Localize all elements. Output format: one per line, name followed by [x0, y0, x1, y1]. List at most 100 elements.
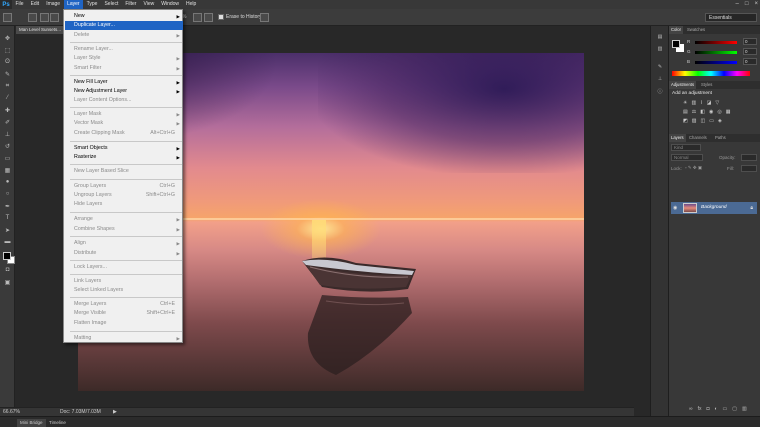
- erase-to-history-checkbox[interactable]: [218, 14, 224, 20]
- menu-item-merge-visible[interactable]: Merge Visible Shift+Ctrl+E: [65, 309, 183, 318]
- menu-item-smart-objects[interactable]: Smart Objects ▶: [65, 144, 183, 153]
- invert-icon[interactable]: ◩: [683, 118, 688, 125]
- kind-filter-select[interactable]: Kind: [671, 144, 701, 151]
- menu-item-arrange[interactable]: Arrange ▶: [65, 215, 183, 224]
- menu-item-layer-content-options[interactable]: Layer Content Options...: [65, 96, 183, 105]
- color-lookup-icon[interactable]: ▦: [726, 109, 731, 116]
- dodge-tool-icon[interactable]: ○: [3, 190, 12, 198]
- menu-image[interactable]: Image: [43, 0, 64, 9]
- quick-select-tool-icon[interactable]: ✎: [3, 70, 12, 78]
- foreground-color-swatch[interactable]: [3, 252, 11, 260]
- levels-icon[interactable]: ▥: [691, 100, 696, 107]
- path-select-tool-icon[interactable]: ➤: [3, 226, 12, 234]
- menu-item-layer-mask[interactable]: Layer Mask ▶: [65, 110, 183, 119]
- brush-panel-icon[interactable]: [40, 13, 49, 22]
- pen-tool-icon[interactable]: ✒: [3, 202, 12, 210]
- tab-swatches[interactable]: Swatches: [685, 26, 707, 34]
- tab-channels[interactable]: Channels: [687, 134, 709, 142]
- minimize-button[interactable]: –: [736, 0, 739, 9]
- tab-layers[interactable]: Layers: [669, 134, 686, 142]
- zoom-level[interactable]: 66.67%: [3, 409, 20, 415]
- layer-name[interactable]: Background: [701, 205, 727, 210]
- tool-preset-icon[interactable]: [3, 13, 12, 22]
- menu-layer[interactable]: Layer: [63, 0, 84, 9]
- shape-tool-icon[interactable]: ▬: [3, 238, 12, 246]
- pressure-size-icon[interactable]: [260, 13, 269, 22]
- tab-paths[interactable]: Paths: [713, 134, 728, 142]
- delete-layer-icon[interactable]: ▥: [742, 406, 747, 412]
- menu-item-ungroup-layers[interactable]: Ungroup Layers Shift+Ctrl+G: [65, 191, 183, 200]
- blur-tool-icon[interactable]: ●: [3, 178, 12, 186]
- brush-presets-icon[interactable]: ✎: [655, 64, 665, 73]
- new-layer-icon[interactable]: ▢: [732, 406, 737, 412]
- menu-window[interactable]: Window: [158, 0, 183, 9]
- menu-item-new-fill-layer[interactable]: New Fill Layer ▶: [65, 78, 183, 87]
- blend-mode-select[interactable]: Normal: [671, 154, 703, 161]
- visibility-eye-icon[interactable]: ◉: [673, 205, 677, 211]
- layer-style-icon[interactable]: fx: [698, 406, 702, 412]
- properties-panel-icon[interactable]: ▥: [655, 46, 665, 55]
- menu-item-rasterize[interactable]: Rasterize ▶: [65, 153, 183, 162]
- crop-tool-icon[interactable]: ⌗: [3, 82, 12, 90]
- gradient-map-icon[interactable]: ▭: [709, 118, 714, 125]
- eraser-tool-icon[interactable]: ▭: [3, 154, 12, 162]
- layer-row-background[interactable]: ◉ Background 🔒︎: [671, 202, 757, 214]
- blue-value[interactable]: 0: [743, 58, 757, 65]
- menu-item-delete[interactable]: Delete ▶: [65, 31, 183, 40]
- exposure-icon[interactable]: ◪: [707, 100, 712, 107]
- menu-item-new[interactable]: New ▶: [65, 12, 183, 21]
- menu-item-rename-layer[interactable]: Rename Layer...: [65, 45, 183, 54]
- menu-type[interactable]: Type: [83, 0, 101, 9]
- green-track[interactable]: [695, 51, 737, 54]
- red-slider[interactable]: R 0: [687, 38, 759, 45]
- curves-icon[interactable]: ⌇: [700, 100, 702, 107]
- close-button[interactable]: ×: [754, 0, 758, 9]
- menu-item-merge-layers[interactable]: Merge Layers Ctrl+E: [65, 300, 183, 309]
- color-panel-foreground[interactable]: [672, 40, 680, 48]
- clone-stamp-tool-icon[interactable]: ⊥: [3, 130, 12, 138]
- menu-file[interactable]: File: [12, 0, 27, 9]
- hue-saturation-icon[interactable]: ▤: [683, 109, 688, 116]
- menu-item-new-adjustment-layer[interactable]: New Adjustment Layer ▶: [65, 87, 183, 96]
- new-adjustment-icon[interactable]: ◐: [715, 406, 718, 412]
- healing-brush-tool-icon[interactable]: ✚: [3, 106, 12, 114]
- posterize-icon[interactable]: ▨: [692, 118, 697, 125]
- tab-mini-bridge[interactable]: Mini Bridge: [17, 419, 46, 427]
- menu-item-select-linked-layers[interactable]: Select Linked Layers: [65, 286, 183, 295]
- maximize-button[interactable]: □: [745, 0, 749, 9]
- opacity-field[interactable]: [741, 154, 757, 161]
- type-tool-icon[interactable]: T: [3, 214, 12, 222]
- brush-tool-icon[interactable]: ✐: [3, 118, 12, 126]
- vibrance-icon[interactable]: ▽: [715, 100, 719, 107]
- info-panel-icon[interactable]: ⓘ: [655, 88, 665, 97]
- tab-color[interactable]: Color: [669, 26, 684, 34]
- gradient-tool-icon[interactable]: ▦: [3, 166, 12, 174]
- move-tool-icon[interactable]: ✥: [3, 34, 12, 42]
- link-layers-icon[interactable]: ∞: [689, 406, 693, 412]
- menu-item-vector-mask[interactable]: Vector Mask ▶: [65, 119, 183, 128]
- tab-styles[interactable]: Styles: [699, 81, 714, 89]
- menu-item-group-layers[interactable]: Group Layers Ctrl+G: [65, 182, 183, 191]
- black-white-icon[interactable]: ◧: [700, 109, 705, 116]
- brightness-icon[interactable]: ☀: [683, 100, 687, 107]
- mode-icon[interactable]: [50, 13, 59, 22]
- quick-mask-icon[interactable]: ◘: [3, 266, 12, 274]
- menu-item-combine-shapes[interactable]: Combine Shapes ▶: [65, 225, 183, 234]
- tab-timeline[interactable]: Timeline: [46, 419, 69, 427]
- blue-track[interactable]: [695, 61, 737, 64]
- clone-source-icon[interactable]: ⊥: [655, 76, 665, 85]
- color-spectrum-bar[interactable]: [672, 71, 750, 76]
- red-track[interactable]: [695, 41, 737, 44]
- menu-item-hide-layers[interactable]: Hide Layers: [65, 200, 183, 209]
- menu-item-align[interactable]: Align ▶: [65, 239, 183, 248]
- color-balance-icon[interactable]: ⚖: [692, 109, 696, 116]
- menu-item-link-layers[interactable]: Link Layers: [65, 277, 183, 286]
- workspace-select[interactable]: Essentials: [705, 13, 757, 22]
- menu-item-new-layer-based-slice[interactable]: New Layer Based Slice: [65, 167, 183, 176]
- menu-select[interactable]: Select: [101, 0, 122, 9]
- fill-field[interactable]: [741, 165, 757, 172]
- menu-item-lock-layers[interactable]: Lock Layers...: [65, 263, 183, 272]
- green-slider[interactable]: G 0: [687, 48, 759, 55]
- red-value[interactable]: 0: [743, 38, 757, 45]
- history-panel-icon[interactable]: ▤: [655, 34, 665, 43]
